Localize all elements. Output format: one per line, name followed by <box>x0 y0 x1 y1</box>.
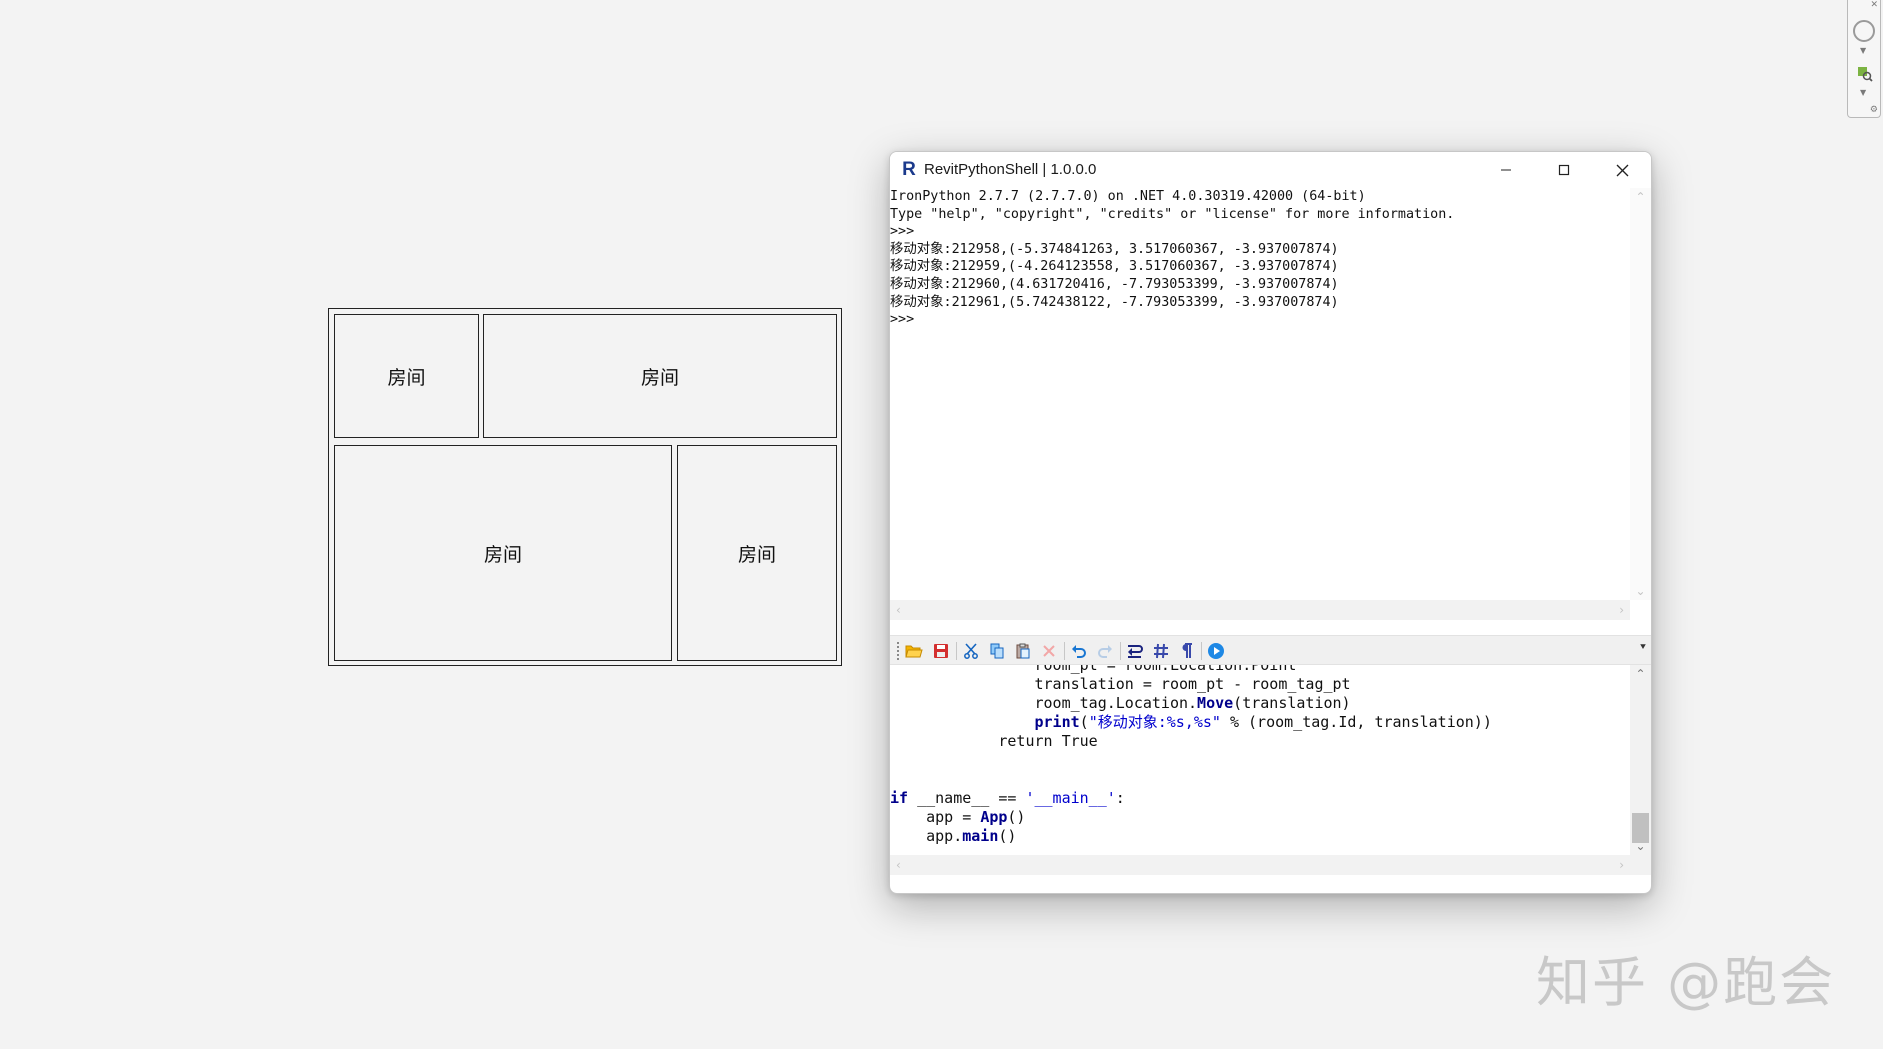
code-text: % (room_tag.Id, translation)) <box>1220 713 1492 731</box>
toolbar-separator <box>1201 642 1202 660</box>
scroll-right-icon[interactable]: › <box>1619 600 1624 620</box>
save-icon[interactable] <box>931 641 951 661</box>
revit-python-shell-window: R RevitPythonShell | 1.0.0.0 IronPython … <box>889 151 1652 894</box>
minimize-icon <box>1501 169 1511 171</box>
editor-horizontal-scrollbar[interactable]: ‹ › <box>890 855 1630 875</box>
room-4[interactable]: 房间 <box>677 445 837 661</box>
code-string: '__main__' <box>1025 789 1116 807</box>
toolbar-separator <box>1064 642 1065 660</box>
code-line: print("移动对象:%s,%s" % (room_tag.Id, trans… <box>890 713 1492 732</box>
close-icon <box>1616 164 1628 176</box>
prompt: >>> <box>890 224 915 240</box>
steering-wheel-icon[interactable] <box>1853 20 1875 42</box>
code-text: __name__ == <box>908 789 1026 807</box>
dropdown-icon[interactable]: ▼ <box>1860 88 1866 97</box>
title-bar[interactable]: R RevitPythonShell | 1.0.0.0 <box>890 152 1651 188</box>
zoom-icon[interactable] <box>1857 66 1873 82</box>
scroll-up-icon[interactable]: ⌃ <box>1630 190 1651 204</box>
navigation-bar: ✕ ▼ ▼ ⚙ <box>1847 0 1881 118</box>
close-button[interactable] <box>1593 152 1651 188</box>
code-line: return True <box>890 732 1098 750</box>
toolbar-overflow-icon[interactable]: ⯆ <box>1639 642 1647 653</box>
room-tag[interactable]: 房间 <box>641 363 679 390</box>
paste-icon[interactable] <box>1013 641 1033 661</box>
code-function: main <box>962 827 999 845</box>
scroll-right-icon[interactable]: › <box>1619 855 1624 875</box>
code-text: app = <box>890 808 981 826</box>
scrollbar-corner <box>1630 855 1651 875</box>
scroll-up-icon[interactable]: ⌃ <box>1630 667 1651 681</box>
output-line: IronPython 2.7.7 (2.7.7.0) on .NET 4.0.3… <box>890 189 1366 204</box>
maximize-icon <box>1558 164 1570 176</box>
code-text: (translation) <box>1233 694 1351 712</box>
code-function: Move <box>1197 694 1234 712</box>
floor-plan[interactable]: 房间 房间 房间 房间 <box>328 308 842 666</box>
code-text: room_tag.Location. <box>890 694 1198 712</box>
output-line: Type "help", "copyright", "credits" or "… <box>890 206 1455 222</box>
customize-icon[interactable]: ⚙ <box>1870 105 1878 115</box>
cut-icon[interactable] <box>961 641 981 661</box>
room-tag[interactable]: 房间 <box>387 363 425 390</box>
line-numbers-icon[interactable] <box>1151 641 1171 661</box>
editor-toolbar: ⯆ <box>890 635 1651 665</box>
prompt[interactable]: >>> <box>890 311 1630 329</box>
code-line: translation = room_pt - room_tag_pt <box>890 675 1351 693</box>
code-line: if __name__ == '__main__': <box>890 789 1125 808</box>
code-text: app. <box>890 827 963 845</box>
code-string: "移动对象:%s,%s" <box>1088 713 1221 731</box>
code-line: app.main() <box>890 827 1016 846</box>
toolbar-separator <box>956 642 957 660</box>
redo-icon[interactable] <box>1095 641 1115 661</box>
code-keyword: if <box>890 789 909 807</box>
output-vertical-scrollbar[interactable]: ⌃ ⌄ <box>1630 188 1651 600</box>
output-line: 移动对象:212959,(-4.264123558, 3.517060367, … <box>890 259 1339 275</box>
code-function: App <box>980 808 1008 826</box>
run-icon[interactable] <box>1206 641 1226 661</box>
scroll-down-icon[interactable]: ⌄ <box>1630 839 1651 853</box>
undo-icon[interactable] <box>1069 641 1089 661</box>
editor-vertical-scrollbar[interactable]: ⌃ ⌄ <box>1630 665 1651 855</box>
code-text: () <box>1007 808 1026 826</box>
code-line: app = App() <box>890 808 1025 827</box>
copy-icon[interactable] <box>987 641 1007 661</box>
app-icon: R <box>902 159 916 180</box>
room-tag[interactable]: 房间 <box>484 540 522 567</box>
code-keyword: print <box>1034 713 1080 731</box>
open-icon[interactable] <box>904 641 924 661</box>
close-icon[interactable]: ✕ <box>1870 0 1878 10</box>
toolbar-grip[interactable] <box>897 642 901 660</box>
watermark: 知乎 @跑会 <box>1536 951 1836 1014</box>
output-line: 移动对象:212960,(4.631720416, -7.793053399, … <box>890 276 1339 292</box>
code-editor[interactable]: room_pt = room.Location.Point translatio… <box>890 665 1630 855</box>
window-title: RevitPythonShell | 1.0.0.0 <box>924 161 1097 178</box>
delete-icon[interactable] <box>1039 641 1059 661</box>
room-tag[interactable]: 房间 <box>738 540 776 567</box>
code-text: : <box>1115 789 1125 807</box>
room-3[interactable]: 房间 <box>334 445 672 661</box>
scroll-left-icon[interactable]: ‹ <box>896 855 901 875</box>
dropdown-icon[interactable]: ▼ <box>1860 46 1866 55</box>
code-line: room_tag.Location.Move(translation) <box>890 694 1351 713</box>
minimize-button[interactable] <box>1477 152 1535 188</box>
code-line: room_pt = room.Location.Point <box>890 665 1297 674</box>
word-wrap-icon[interactable] <box>1125 641 1145 661</box>
scroll-left-icon[interactable]: ‹ <box>896 600 901 620</box>
maximize-button[interactable] <box>1535 152 1593 188</box>
code-text: ( <box>1079 713 1089 731</box>
room-2[interactable]: 房间 <box>483 314 837 438</box>
scroll-down-icon[interactable]: ⌄ <box>1630 584 1651 598</box>
output-console[interactable]: IronPython 2.7.7 (2.7.7.0) on .NET 4.0.3… <box>890 188 1630 600</box>
code-text: () <box>998 827 1017 845</box>
show-whitespace-icon[interactable] <box>1176 641 1196 661</box>
output-line: 移动对象:212958,(-5.374841263, 3.517060367, … <box>890 241 1339 257</box>
room-1[interactable]: 房间 <box>334 314 479 438</box>
output-line: 移动对象:212961,(5.742438122, -7.793053399, … <box>890 294 1339 310</box>
toolbar-separator <box>1120 642 1121 660</box>
output-horizontal-scrollbar[interactable]: ‹ › <box>890 600 1630 620</box>
